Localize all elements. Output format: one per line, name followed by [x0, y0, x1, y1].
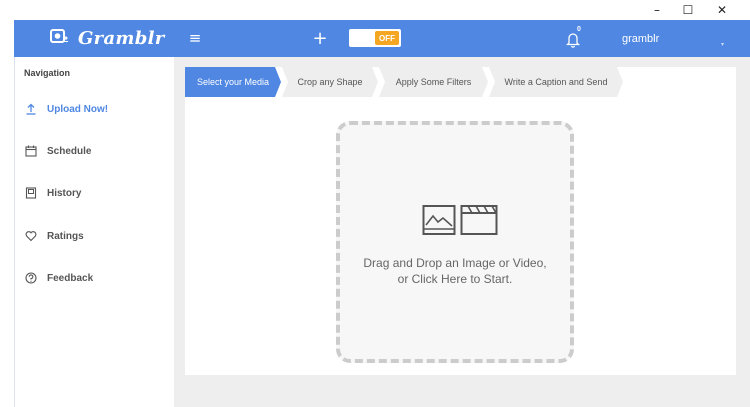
maximize-button[interactable]: ☐	[671, 0, 705, 20]
question-icon	[24, 271, 38, 285]
sidebar-item-label: Upload Now!	[47, 103, 109, 115]
sidebar-item-label: Schedule	[47, 145, 92, 157]
media-dropzone[interactable]: Drag and Drop an Image or Video, or Clic…	[336, 121, 574, 363]
wizard-steps: Select your Media Crop any Shape Apply S…	[185, 67, 736, 97]
close-button[interactable]: ✕	[705, 0, 739, 20]
sidebar-item-history[interactable]: History	[24, 184, 81, 202]
step-label: Crop any Shape	[297, 77, 363, 87]
step-crop[interactable]: Crop any Shape	[282, 67, 378, 97]
brand-logo: Gramblr	[50, 20, 165, 57]
mode-toggle[interactable]: OFF	[349, 29, 401, 47]
sidebar-item-feedback[interactable]: Feedback	[24, 269, 93, 287]
notifications-button[interactable]	[563, 28, 585, 50]
step-filters[interactable]: Apply Some Filters	[379, 67, 488, 97]
sidebar-item-label: Ratings	[47, 230, 84, 242]
sidebar: Navigation Upload Now! Schedule History …	[14, 57, 175, 407]
add-button[interactable]: +	[311, 28, 329, 49]
image-icon	[422, 205, 456, 235]
sidebar-item-schedule[interactable]: Schedule	[24, 142, 91, 160]
nav-heading: Navigation	[24, 68, 71, 78]
sidebar-item-label: History	[47, 187, 82, 199]
step-label: Write a Caption and Send	[504, 77, 608, 87]
notification-count: 0	[577, 26, 581, 33]
dropzone-line-1: Drag and Drop an Image or Video,	[363, 256, 547, 270]
step-label: Apply Some Filters	[395, 77, 472, 87]
hamburger-menu-button[interactable]: ≡	[186, 28, 204, 48]
sidebar-item-ratings[interactable]: Ratings	[24, 227, 84, 245]
brand-name: Gramblr	[78, 28, 165, 49]
sidebar-item-label: Feedback	[47, 272, 94, 284]
upload-panel: Select your Media Crop any Shape Apply S…	[185, 67, 736, 375]
upload-icon	[24, 102, 38, 116]
bell-icon	[566, 33, 580, 48]
heart-icon	[24, 229, 38, 243]
dropzone-line-2: or Click Here to Start.	[397, 272, 513, 286]
step-select-media[interactable]: Select your Media	[185, 67, 281, 97]
dropzone-instructions: Drag and Drop an Image or Video, or Clic…	[340, 255, 570, 287]
video-clapper-icon	[460, 205, 498, 235]
step-caption-send[interactable]: Write a Caption and Send	[489, 67, 623, 97]
sidebar-item-upload[interactable]: Upload Now!	[24, 100, 108, 118]
username-menu[interactable]: gramblr	[622, 20, 659, 57]
user-dropdown-icon[interactable]: ▾	[721, 41, 724, 48]
media-icons	[422, 203, 498, 239]
step-label: Select your Media	[196, 77, 270, 87]
calendar-icon	[24, 144, 38, 158]
toggle-state-label: OFF	[375, 31, 399, 45]
camera-logo-icon	[50, 28, 72, 49]
main-area: Select your Media Crop any Shape Apply S…	[174, 57, 750, 407]
window-titlebar: – ☐ ✕	[0, 0, 750, 20]
app-header: Gramblr ≡ + OFF 0 gramblr ▾	[14, 20, 750, 57]
history-icon	[24, 186, 38, 200]
minimize-button[interactable]: –	[640, 0, 674, 20]
